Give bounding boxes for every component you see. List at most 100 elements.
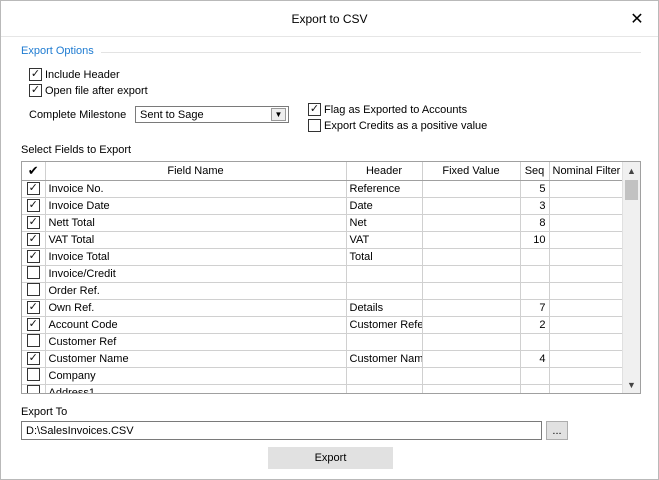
table-row[interactable]: Company <box>22 367 623 385</box>
flag-exported-checkbox[interactable] <box>308 103 321 116</box>
table-row[interactable]: Customer NameCustomer Nam 4 <box>22 350 623 368</box>
row-checkbox-cell[interactable] <box>22 248 46 266</box>
close-icon[interactable]: ✕ <box>628 10 646 28</box>
nominal-filter-cell[interactable] <box>549 248 623 266</box>
table-row[interactable]: Address1 <box>22 384 623 393</box>
export-credits-row[interactable]: Export Credits as a positive value <box>308 118 487 133</box>
scroll-down-icon[interactable]: ▼ <box>623 376 640 393</box>
seq-cell[interactable] <box>520 265 550 283</box>
fixed-value-cell[interactable] <box>422 231 521 249</box>
row-checkbox[interactable] <box>26 233 40 246</box>
header-cell[interactable]: Reference <box>346 180 423 198</box>
row-checkbox[interactable] <box>26 250 40 263</box>
seq-cell[interactable]: 2 <box>520 316 550 334</box>
row-checkbox-cell[interactable] <box>22 265 46 283</box>
header-cell[interactable]: Customer Nam <box>346 350 423 368</box>
column-header-fixed-value[interactable]: Fixed Value <box>422 162 521 181</box>
table-row[interactable]: VAT TotalVAT 10 <box>22 231 623 249</box>
seq-cell[interactable] <box>520 248 550 266</box>
table-row[interactable]: Own Ref.Details 7 <box>22 299 623 317</box>
row-checkbox-cell[interactable] <box>22 367 46 385</box>
row-checkbox[interactable] <box>26 301 40 314</box>
fixed-value-cell[interactable] <box>422 333 521 351</box>
table-row[interactable]: Invoice TotalTotal <box>22 248 623 266</box>
column-header-field-name[interactable]: Field Name <box>45 162 347 181</box>
row-checkbox-cell[interactable] <box>22 214 46 232</box>
row-checkbox[interactable] <box>26 216 40 229</box>
row-checkbox[interactable] <box>26 199 40 212</box>
include-header-checkbox[interactable] <box>29 68 42 81</box>
fixed-value-cell[interactable] <box>422 214 521 232</box>
export-button[interactable]: Export <box>268 447 393 469</box>
nominal-filter-cell[interactable] <box>549 367 623 385</box>
vertical-scrollbar[interactable]: ▲ ▼ <box>622 162 640 393</box>
field-name-cell[interactable]: Invoice Total <box>45 248 347 266</box>
row-checkbox-cell[interactable] <box>22 350 46 368</box>
row-checkbox-cell[interactable] <box>22 231 46 249</box>
row-checkbox-cell[interactable] <box>22 197 46 215</box>
row-checkbox[interactable] <box>26 352 40 365</box>
header-cell[interactable] <box>346 384 423 393</box>
seq-cell[interactable] <box>520 333 550 351</box>
field-name-cell[interactable]: Own Ref. <box>45 299 347 317</box>
row-checkbox[interactable] <box>26 384 40 393</box>
row-checkbox[interactable] <box>26 265 40 279</box>
row-checkbox[interactable] <box>26 182 40 195</box>
seq-cell[interactable]: 10 <box>520 231 550 249</box>
field-name-cell[interactable]: Customer Ref <box>45 333 347 351</box>
browse-button[interactable]: ... <box>546 421 568 440</box>
row-checkbox[interactable] <box>26 333 40 347</box>
export-path-input[interactable] <box>21 421 542 440</box>
column-header-header[interactable]: Header <box>346 162 423 181</box>
table-row[interactable]: Nett TotalNet 8 <box>22 214 623 232</box>
header-cell[interactable] <box>346 367 423 385</box>
nominal-filter-cell[interactable] <box>549 231 623 249</box>
seq-cell[interactable] <box>520 384 550 393</box>
flag-exported-row[interactable]: Flag as Exported to Accounts <box>308 102 467 117</box>
row-checkbox-cell[interactable] <box>22 282 46 300</box>
field-name-cell[interactable]: Invoice No. <box>45 180 347 198</box>
fixed-value-cell[interactable] <box>422 197 521 215</box>
seq-cell[interactable] <box>520 282 550 300</box>
row-checkbox-cell[interactable] <box>22 316 46 334</box>
nominal-filter-cell[interactable] <box>549 214 623 232</box>
scroll-up-icon[interactable]: ▲ <box>623 162 640 179</box>
seq-cell[interactable]: 8 <box>520 214 550 232</box>
table-row[interactable]: Invoice DateDate 3 <box>22 197 623 215</box>
row-checkbox-cell[interactable] <box>22 299 46 317</box>
field-name-cell[interactable]: Company <box>45 367 347 385</box>
row-checkbox[interactable] <box>26 367 40 381</box>
column-header-seq[interactable]: Seq <box>520 162 550 181</box>
table-row[interactable]: Invoice/Credit <box>22 265 623 283</box>
fixed-value-cell[interactable] <box>422 248 521 266</box>
open-file-checkbox[interactable] <box>29 84 42 97</box>
include-header-row[interactable]: Include Header <box>29 67 120 82</box>
header-cell[interactable] <box>346 333 423 351</box>
fixed-value-cell[interactable] <box>422 180 521 198</box>
fixed-value-cell[interactable] <box>422 316 521 334</box>
header-cell[interactable]: Total <box>346 248 423 266</box>
seq-cell[interactable]: 3 <box>520 197 550 215</box>
table-row[interactable]: Account CodeCustomer Refe 2 <box>22 316 623 334</box>
seq-cell[interactable]: 7 <box>520 299 550 317</box>
field-name-cell[interactable]: Customer Name <box>45 350 347 368</box>
field-name-cell[interactable]: Nett Total <box>45 214 347 232</box>
open-file-row[interactable]: Open file after export <box>29 83 148 98</box>
nominal-filter-cell[interactable] <box>549 299 623 317</box>
row-checkbox-cell[interactable] <box>22 333 46 351</box>
field-name-cell[interactable]: Invoice Date <box>45 197 347 215</box>
row-checkbox[interactable] <box>26 282 40 296</box>
field-name-cell[interactable]: Address1 <box>45 384 347 393</box>
fixed-value-cell[interactable] <box>422 265 521 283</box>
header-cell[interactable]: Customer Refe <box>346 316 423 334</box>
nominal-filter-cell[interactable] <box>549 384 623 393</box>
nominal-filter-cell[interactable] <box>549 350 623 368</box>
fixed-value-cell[interactable] <box>422 282 521 300</box>
header-cell[interactable] <box>346 265 423 283</box>
seq-cell[interactable] <box>520 367 550 385</box>
column-header-nominal-filter[interactable]: Nominal Filter <box>549 162 623 181</box>
fixed-value-cell[interactable] <box>422 384 521 393</box>
header-cell[interactable]: Details <box>346 299 423 317</box>
row-checkbox-cell[interactable] <box>22 384 46 393</box>
nominal-filter-cell[interactable] <box>549 180 623 198</box>
